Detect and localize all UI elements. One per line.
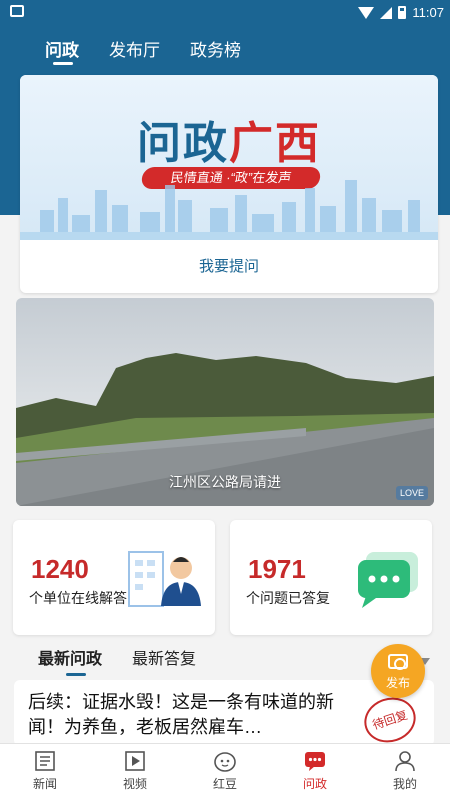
stat-answers-number: 1971 [248,554,306,584]
chat-dots-icon [305,752,325,771]
nav-video[interactable]: 视频 [90,744,180,800]
person-icon [395,751,415,772]
camera-icon [388,654,408,670]
face-icon [214,752,236,772]
wifi-icon [358,6,375,19]
tab-label: 发布厅 [109,41,160,60]
tab-latest-questions[interactable]: 最新问政 [38,645,103,676]
nav-hongdou[interactable]: 红豆 [180,744,270,800]
active-list-tab-indicator [66,673,86,676]
battery-icon [398,6,407,19]
stat-answers-label: 个问题已答复 [246,590,330,606]
nav-news[interactable]: 新闻 [0,744,90,800]
featured-photo-card[interactable]: 江州区公路局请进 LOVE [16,298,434,506]
tab-label: 政务榜 [190,41,241,60]
news-title: 后续：证据水毁！这是一条有味道的新闻！为养鱼，老板居然雇车… [28,692,334,737]
nav-label: 我的 [392,777,417,791]
banner-card: 问政广西 民情直通 ·“政”在发声 我要提问 [20,75,438,293]
banner-title-part1: 问政 [137,119,229,168]
banner-title: 问政广西 [20,107,438,171]
tab-zhengwubang[interactable]: 政务榜 [190,28,241,68]
stat-units-label: 个单位在线解答 [29,590,127,606]
tab-label: 最新问政 [38,651,103,668]
video-icon [125,751,145,771]
top-tab-bar: 问政 发布厅 政务榜 [0,28,450,68]
tab-label: 问政 [45,41,79,60]
tab-wenzheng[interactable]: 问政 [45,28,79,68]
publish-button[interactable]: 发布 [371,644,425,698]
chat-bubble-icon [358,552,418,608]
signal-icon [380,6,393,19]
banner-title-part2: 广西 [229,119,321,168]
stat-card-answers[interactable]: 1971 个问题已答复 [230,520,432,635]
active-tab-indicator [53,62,73,65]
city-skyline-graphic [20,180,438,240]
bottom-navigation: 新闻 视频 红豆 问政 我的 [0,743,450,800]
status-bar: 11:07 [0,0,450,28]
stat-card-units[interactable]: 1240 个单位在线解答 [13,520,215,635]
publish-label: 发布 [385,676,410,690]
nav-label: 问政 [302,777,327,791]
building-officer-icon [128,551,201,607]
status-time: 11:07 [412,5,444,20]
nav-label: 红豆 [212,777,237,791]
ask-question-link[interactable]: 我要提问 [20,240,438,293]
nav-label: 视频 [122,777,147,791]
photo-watermark-logo: LOVE [395,486,428,500]
pending-reply-stamp: 待回复 [358,691,422,746]
nav-mine[interactable]: 我的 [360,744,450,800]
tab-fabuting[interactable]: 发布厅 [109,28,160,68]
tab-latest-answers[interactable]: 最新答复 [132,645,196,669]
nav-wenzheng[interactable]: 问政 [270,744,360,800]
newspaper-icon [35,751,55,771]
image-notification-icon [10,5,24,17]
stat-units-number: 1240 [31,554,89,584]
nav-label: 新闻 [32,777,57,791]
photo-caption: 江州区公路局请进 [169,474,281,490]
banner-image[interactable]: 问政广西 民情直通 ·“政”在发声 [20,75,438,240]
tab-label: 最新答复 [132,651,197,668]
